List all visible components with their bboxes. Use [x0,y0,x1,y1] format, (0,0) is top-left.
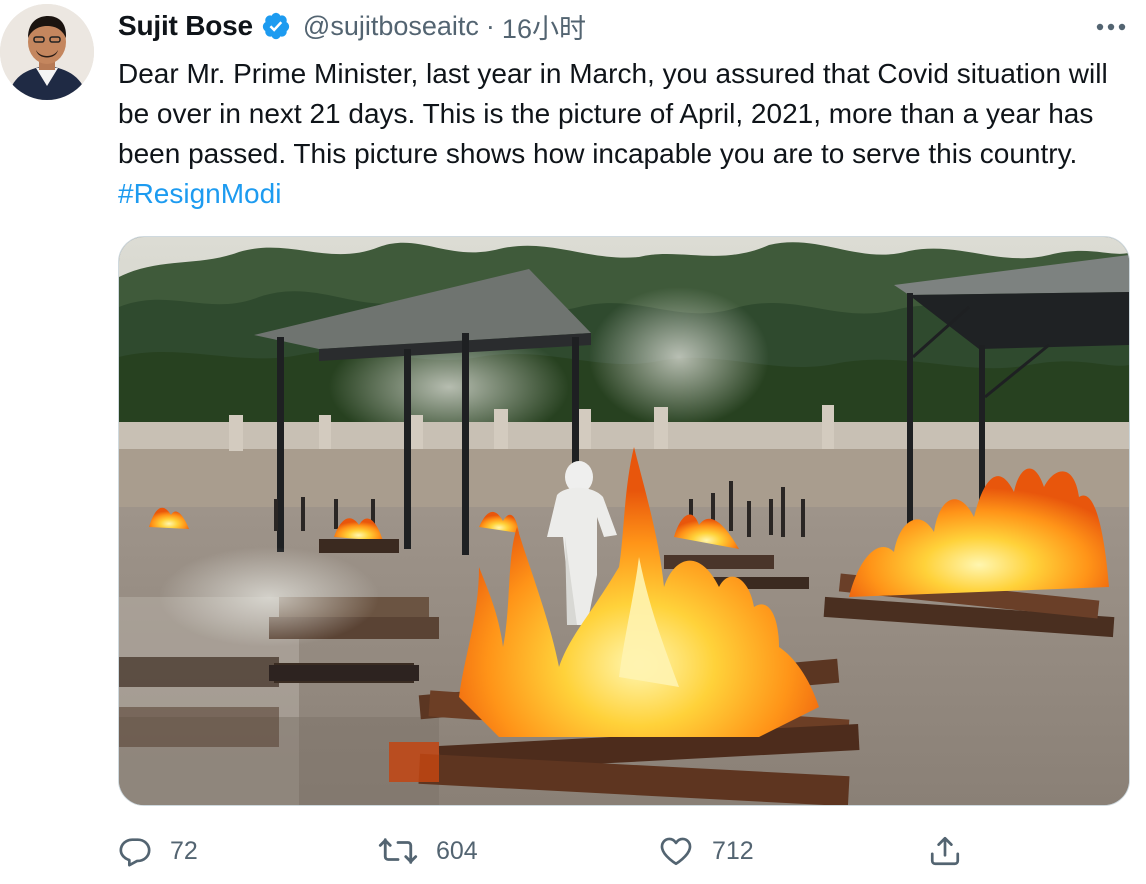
more-dots-icon [1096,23,1126,31]
reply-icon [119,838,151,867]
share-button[interactable] [928,828,962,874]
avatar[interactable] [0,4,94,100]
timestamp[interactable]: 16小时 [502,7,586,46]
tweet[interactable]: Sujit Bose @sujitboseaitc · 16小时 Dear Mr… [0,0,1146,884]
like-count: 712 [712,836,754,865]
like-button[interactable]: 712 [658,828,754,874]
tweet-header: Sujit Bose @sujitboseaitc · 16小时 [118,6,586,46]
tweet-text: Dear Mr. Prime Minister, last year in Ma… [118,54,1133,214]
cremation-ground-photo [119,237,1129,805]
tweet-photo[interactable] [118,236,1130,806]
display-name[interactable]: Sujit Bose [118,10,253,42]
verified-badge-icon [261,11,291,41]
retweet-count: 604 [436,836,478,865]
hashtag-link[interactable]: #ResignModi [118,178,281,209]
user-handle[interactable]: @sujitboseaitc [303,11,479,42]
tweet-actions: 72 604 712 [118,828,1118,874]
separator-dot: · [485,10,495,41]
share-icon [930,836,960,866]
more-options-button[interactable] [1094,10,1128,44]
reply-button[interactable]: 72 [118,828,198,874]
reply-count: 72 [170,836,198,865]
heart-icon [660,837,692,866]
tweet-body: Dear Mr. Prime Minister, last year in Ma… [118,58,1108,169]
retweet-icon [378,838,418,864]
retweet-button[interactable]: 604 [378,828,478,874]
